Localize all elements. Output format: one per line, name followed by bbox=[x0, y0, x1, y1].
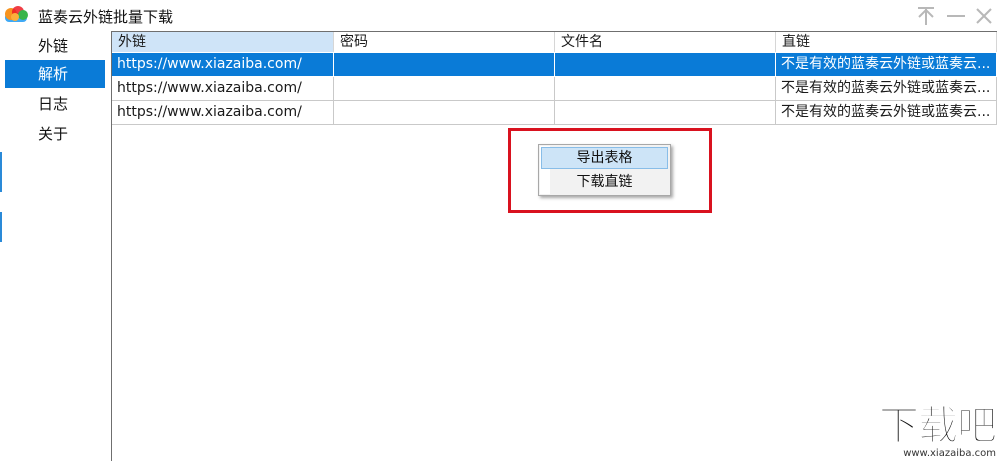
pin-icon[interactable] bbox=[914, 4, 938, 28]
cell-direct-link[interactable]: 不是有效的蓝奏云外链或蓝奏云... bbox=[776, 77, 997, 101]
watermark-text: 下载吧 bbox=[879, 403, 998, 449]
edge-decoration bbox=[0, 212, 2, 242]
cell-filename[interactable] bbox=[555, 101, 776, 125]
cloud-icon bbox=[5, 6, 28, 22]
cell-filename[interactable] bbox=[555, 53, 776, 77]
sidebar-item-parse[interactable]: 解析 bbox=[5, 60, 105, 88]
table-row[interactable]: https://www.xiazaiba.com/ 不是有效的蓝奏云外链或蓝奏云… bbox=[112, 101, 997, 125]
close-icon[interactable] bbox=[972, 4, 996, 28]
data-grid[interactable]: 外链 密码 文件名 直链 https://www.xiazaiba.com/ 不… bbox=[111, 31, 997, 461]
cell-password[interactable] bbox=[334, 101, 555, 125]
sidebar-item-log[interactable]: 日志 bbox=[5, 90, 105, 118]
cell-direct-link[interactable]: 不是有效的蓝奏云外链或蓝奏云... bbox=[776, 101, 997, 125]
window-title: 蓝奏云外链批量下载 bbox=[38, 8, 174, 26]
edge-decoration bbox=[0, 152, 2, 192]
cell-link[interactable]: https://www.xiazaiba.com/ bbox=[112, 101, 334, 125]
sidebar-item-about[interactable]: 关于 bbox=[5, 120, 105, 148]
title-bar: 蓝奏云外链批量下载 bbox=[0, 0, 1001, 32]
cell-password[interactable] bbox=[334, 77, 555, 101]
column-header-link[interactable]: 外链 bbox=[112, 32, 334, 52]
table-row[interactable]: https://www.xiazaiba.com/ 不是有效的蓝奏云外链或蓝奏云… bbox=[112, 77, 997, 101]
column-header-filename[interactable]: 文件名 bbox=[555, 32, 776, 52]
column-header-password[interactable]: 密码 bbox=[334, 32, 555, 52]
watermark-logo: 下载吧 www.xiazaiba.com bbox=[860, 404, 1000, 461]
cell-link[interactable]: https://www.xiazaiba.com/ bbox=[112, 77, 334, 101]
cell-direct-link[interactable]: 不是有效的蓝奏云外链或蓝奏云... bbox=[776, 53, 997, 77]
minimize-icon[interactable] bbox=[944, 4, 968, 28]
grid-header: 外链 密码 文件名 直链 bbox=[112, 32, 997, 52]
table-row[interactable]: https://www.xiazaiba.com/ 不是有效的蓝奏云外链或蓝奏云… bbox=[112, 53, 997, 77]
column-header-direct-link[interactable]: 直链 bbox=[776, 32, 997, 52]
watermark-url: www.xiazaiba.com bbox=[903, 448, 996, 459]
cell-password[interactable] bbox=[334, 53, 555, 77]
sidebar: 外链 解析 日志 关于 bbox=[0, 32, 110, 461]
sidebar-item-links[interactable]: 外链 bbox=[5, 32, 105, 60]
cell-filename[interactable] bbox=[555, 77, 776, 101]
context-menu: 导出表格 下载直链 bbox=[538, 144, 671, 196]
menu-item-download-direct-link[interactable]: 下载直链 bbox=[541, 171, 668, 193]
cell-link[interactable]: https://www.xiazaiba.com/ bbox=[112, 53, 334, 77]
menu-item-export-table[interactable]: 导出表格 bbox=[541, 147, 668, 169]
